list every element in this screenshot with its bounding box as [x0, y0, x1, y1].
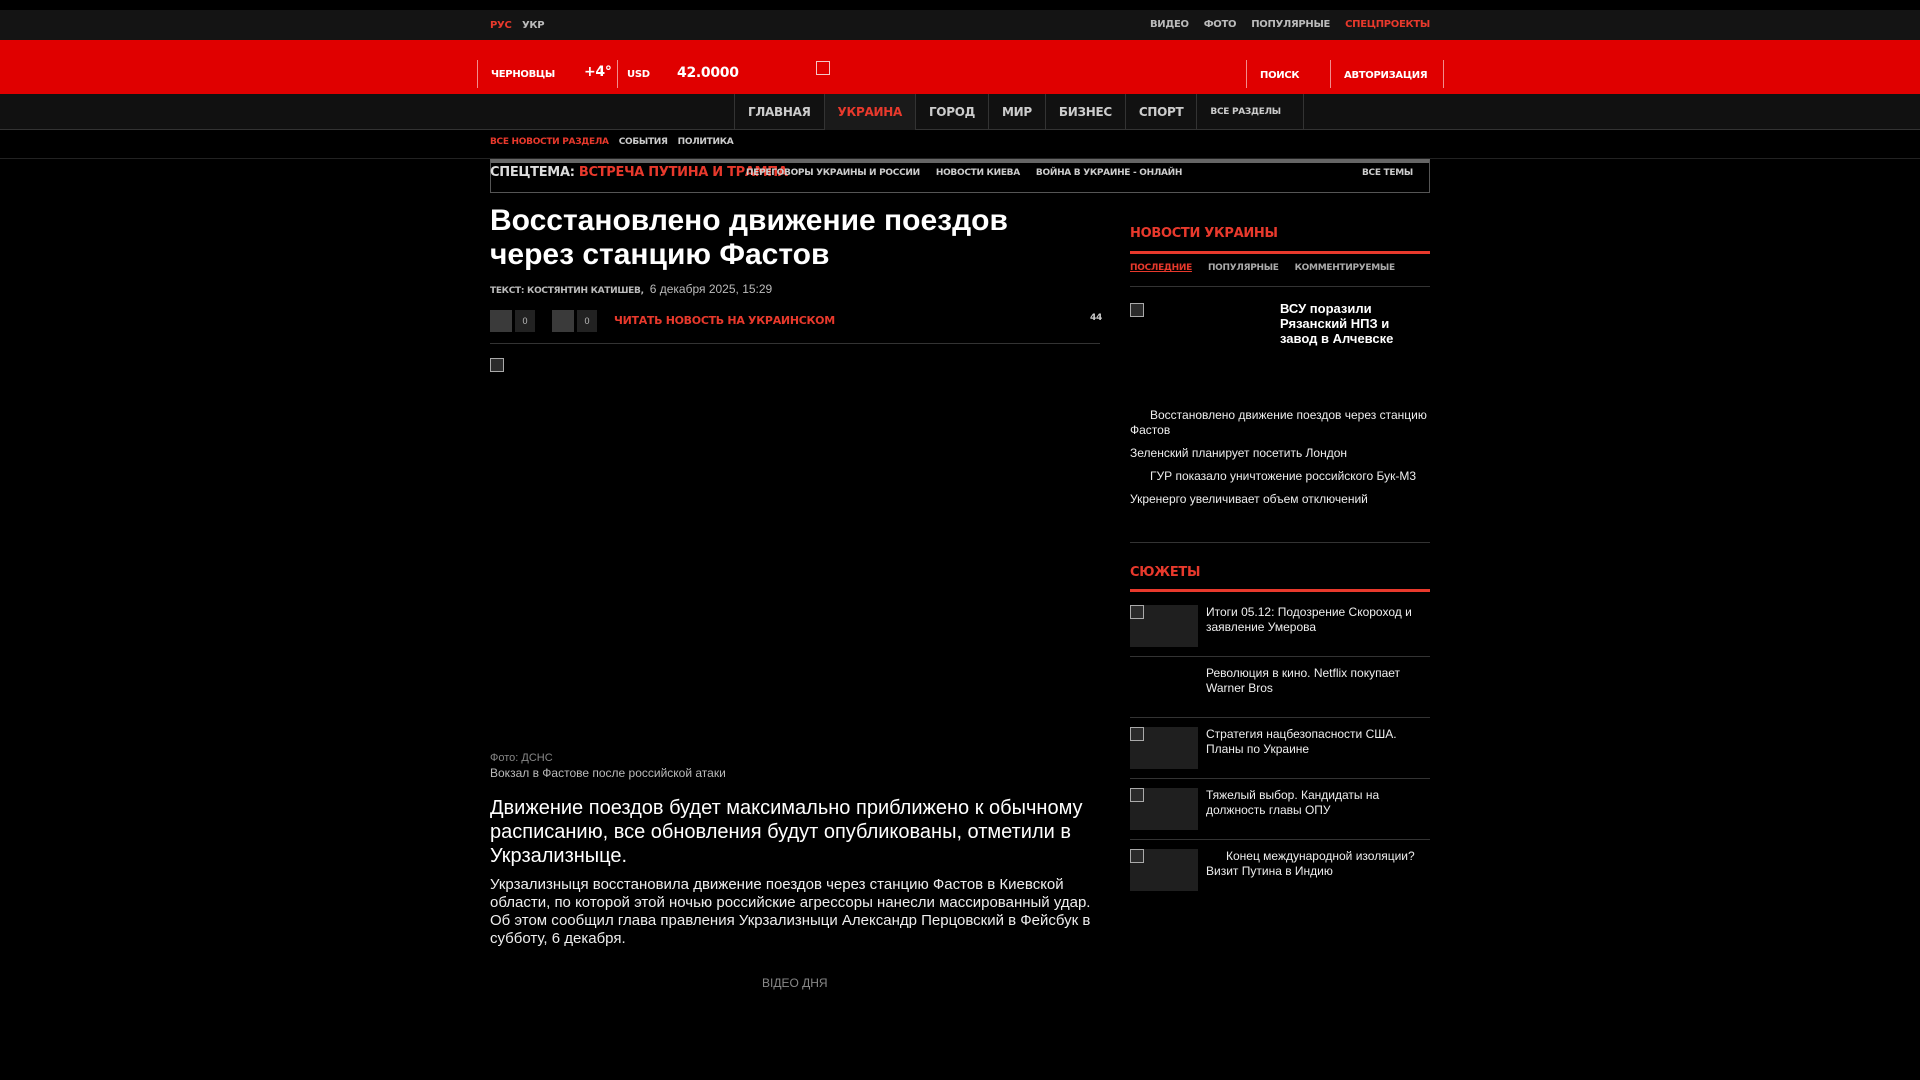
top-link-video[interactable]: ВИДЕО [1150, 19, 1189, 30]
share-count: 0 [577, 310, 597, 332]
share-facebook[interactable]: 0 [490, 310, 535, 332]
subnav-politics[interactable]: ПОЛИТИКА [678, 137, 734, 147]
theme-links: ПЕРЕГОВОРЫ УКРАИНЫ И РОССИИ НОВОСТИ КИЕВ… [746, 168, 1182, 178]
divider [1330, 60, 1331, 88]
sidebar-news-title[interactable]: НОВОСТИ УКРАИНЫ [1130, 226, 1278, 241]
divider [1130, 839, 1430, 840]
read-in-ukrainian-link[interactable]: ЧИТАТЬ НОВОСТЬ НА УКРАИНСКОМ [614, 314, 835, 327]
nav-all-sections[interactable]: ВСЕ РАЗДЕЛЫ [1197, 94, 1304, 130]
divider [1130, 542, 1430, 543]
lang-ukr[interactable]: УКР [522, 20, 545, 31]
nav-sport[interactable]: СПОРТ [1126, 94, 1198, 130]
sidebar-tabs: ПОСЛЕДНИЕ ПОПУЛЯРНЫЕ КОММЕНТИРУЕМЫЕ [1130, 263, 1395, 273]
list-item[interactable]: Восстановлено движение поездов через ста… [1130, 408, 1430, 438]
article-lead: Движение поездов будет максимально прибл… [490, 797, 1083, 867]
photo-credit: Фото: ДСНС [490, 752, 553, 764]
top-link-photo[interactable]: ФОТО [1204, 19, 1237, 30]
weather-city[interactable]: ЧЕРНОВЦЫ [491, 69, 555, 80]
theme-link-kyiv-news[interactable]: НОВОСТИ КИЕВА [936, 168, 1020, 178]
theme-all-link[interactable]: ВСЕ ТЕМЫ [1362, 168, 1413, 178]
special-theme-prefix: СПЕЦТЕМА: [490, 165, 575, 180]
top-bar [0, 10, 1920, 40]
story-thumbnail [1130, 849, 1198, 891]
divider [1130, 589, 1430, 592]
special-theme-label: СПЕЦТЕМА: ВСТРЕЧА ПУТИНА И ТРАМПА [490, 165, 788, 180]
story-thumbnail [1130, 788, 1198, 830]
search-button[interactable]: ПОИСК [1260, 70, 1300, 81]
story-thumbnail [1130, 605, 1198, 647]
broken-image-icon [490, 358, 504, 372]
broken-image-icon [1130, 849, 1144, 863]
story-title: Революция в кино. Netflix покупает Warne… [1206, 666, 1401, 695]
tab-commented[interactable]: КОММЕНТИРУЕМЫЕ [1295, 263, 1395, 273]
broken-image-icon [1130, 605, 1144, 619]
story-title: Конец международной изоляции? Визит Пути… [1206, 849, 1415, 878]
divider [1130, 656, 1430, 657]
divider [617, 60, 618, 88]
divider [490, 343, 1100, 344]
tab-popular[interactable]: ПОПУЛЯРНЫЕ [1208, 263, 1279, 273]
top-link-popular[interactable]: ПОПУЛЯРНЫЕ [1251, 19, 1330, 30]
header-bar [0, 40, 1920, 94]
divider [1130, 286, 1430, 287]
divider [1443, 60, 1444, 88]
nav-business[interactable]: БИЗНЕС [1046, 94, 1126, 130]
currency-code: USD [627, 69, 650, 80]
main-nav: ГЛАВНАЯ УКРАИНА ГОРОД МИР БИЗНЕС СПОРТ В… [734, 94, 1304, 130]
list-item[interactable]: Укренерго увеличивает объем отключений [1130, 492, 1430, 507]
theme-link-negotiations[interactable]: ПЕРЕГОВОРЫ УКРАИНЫ И РОССИИ [746, 168, 920, 178]
facebook-icon [490, 310, 512, 332]
nav-world[interactable]: МИР [989, 94, 1046, 130]
article-body: Укрзализныця восстановила движение поезд… [490, 876, 1091, 947]
story-thumbnail [1130, 727, 1198, 769]
top-link-special[interactable]: СПЕЦПРОЕКТЫ [1345, 19, 1430, 30]
broken-image-icon[interactable] [1130, 303, 1144, 317]
divider [1130, 778, 1430, 779]
auth-button[interactable]: АВТОРИЗАЦИЯ [1344, 70, 1428, 81]
divider [1246, 60, 1247, 88]
broken-image-icon [1130, 788, 1144, 802]
sidebar-news-list: Восстановлено движение поездов через ста… [1130, 408, 1430, 515]
article-meta: ТЕКСТ: КОСТЯНТИН КАТИШЕВ, 6 декабря 2025,… [490, 282, 772, 296]
view-count: 44 [1090, 313, 1102, 323]
photo-caption: Вокзал в Фастове после российской атаки [490, 766, 726, 780]
divider [1130, 717, 1430, 718]
top-links: ВИДЕО ФОТО ПОПУЛЯРНЫЕ СПЕЦПРОЕКТЫ [1150, 19, 1430, 30]
lang-rus[interactable]: РУС [490, 20, 512, 31]
nav-ukraine[interactable]: УКРАИНА [824, 94, 916, 130]
story-title: Стратегия нацбезопасности США. Планы по … [1206, 727, 1397, 756]
list-item[interactable]: Зеленский планирует посетить Лондон [1130, 446, 1430, 461]
share-twitter[interactable]: 0 [552, 310, 597, 332]
site-logo-icon[interactable] [816, 61, 830, 75]
story-item[interactable]: Конец международной изоляции? Визит Пути… [1130, 849, 1430, 909]
article-author[interactable]: ТЕКСТ: КОСТЯНТИН КАТИШЕВ, [490, 286, 644, 296]
nav-city[interactable]: ГОРОД [916, 94, 989, 130]
subnav-events[interactable]: СОБЫТИЯ [619, 137, 668, 147]
nav-home[interactable]: ГЛАВНАЯ [735, 94, 825, 130]
divider [1130, 251, 1430, 254]
subnav-all-news[interactable]: ВСЕ НОВОСТИ РАЗДЕЛА [490, 137, 609, 147]
list-item[interactable]: ГУР показало уничтожение российского Бук… [1130, 469, 1430, 484]
sub-nav: ВСЕ НОВОСТИ РАЗДЕЛА СОБЫТИЯ ПОЛИТИКА [490, 137, 734, 147]
video-of-day-label: ВІДЕО ДНЯ [762, 976, 828, 990]
twitter-icon [552, 310, 574, 332]
divider [477, 60, 478, 88]
article-date: 6 декабря 2025, 15:29 [649, 282, 773, 296]
article-photo [490, 358, 1100, 738]
share-count: 0 [515, 310, 535, 332]
broken-image-icon [1130, 727, 1144, 741]
story-thumbnail [1130, 666, 1198, 708]
currency-rate: 42.0000 [677, 65, 739, 81]
weather-temp: +4° [584, 64, 612, 80]
story-title: Тяжелый выбор. Кандидаты на должность гл… [1206, 788, 1380, 817]
story-title: Итоги 05.12: Подозрение Скороход и заявл… [1206, 605, 1412, 634]
theme-link-war-online[interactable]: ВОЙНА В УКРАИНЕ - ОНЛАЙН [1036, 168, 1183, 178]
tab-latest[interactable]: ПОСЛЕДНИЕ [1130, 263, 1192, 273]
sidebar-top-story[interactable]: ВСУ поразили Рязанский НПЗ и завод в Алч… [1280, 301, 1430, 346]
sidebar-stories-title[interactable]: СЮЖЕТЫ [1130, 565, 1200, 580]
article-title: Восстановлено движение поездов через ста… [490, 204, 1008, 271]
